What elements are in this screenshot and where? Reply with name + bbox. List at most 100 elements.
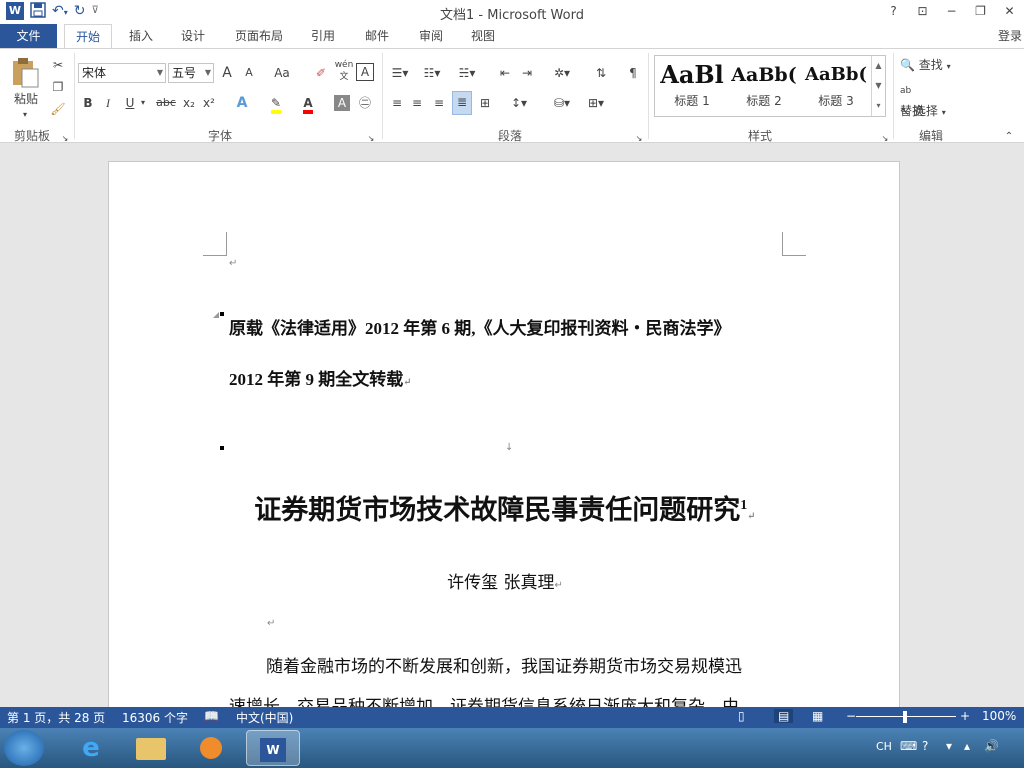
page-break-mark [220,446,224,450]
language[interactable]: 中文(中国) [236,709,293,726]
align-right-icon[interactable]: ≡ [430,93,448,113]
style-heading-2[interactable]: AaBb( 标题 2 [729,58,799,114]
tab-insert[interactable]: 插入 [120,24,162,49]
margin-mark-top-right [782,232,806,256]
zoom-slider-thumb[interactable] [903,711,907,723]
close-button[interactable]: ✕ [995,0,1024,22]
title-bar: W ↶▾ ↻ ⊽ 文档1 - Microsoft Word ? ⊡ − ❐ ✕ [0,0,1024,24]
tray-expand-icon[interactable]: ▴ [964,739,970,753]
tab-file[interactable]: 文件 [0,24,57,49]
keyboard-icon[interactable]: ⌨ [900,739,917,753]
phonetic-guide-icon[interactable]: wén 文 [334,59,354,83]
start-button[interactable] [4,730,44,766]
font-name-select[interactable]: 宋体 ▼ [78,63,166,83]
tab-mailings[interactable]: 邮件 [356,24,398,49]
zoom-in-button[interactable]: + [960,709,970,723]
sort-icon[interactable]: ⇅ [592,63,610,83]
media-player-taskbar-icon[interactable] [184,730,238,766]
clipboard-group-label: 剪贴板 [13,129,50,143]
font-size-select[interactable]: 五号 ▼ [168,63,214,83]
increase-indent-icon[interactable]: ⇥ [518,63,536,83]
format-painter-icon[interactable]: 🖌 [48,99,68,119]
maximize-button[interactable]: ❐ [966,0,995,22]
window-title: 文档1 - Microsoft Word [440,8,584,23]
numbering-icon[interactable]: ☷▾ [420,63,444,83]
select-icon: ↖ [900,104,911,118]
style-heading-3[interactable]: AaBb( 标题 3 [801,58,871,114]
font-group-label: 字体 [207,129,232,143]
sign-in-link[interactable]: 登录 [998,27,1022,44]
status-bar: 第 1 页，共 28 页 16306 个字 📖 中文(中国) ▯ ▤ ▦ − +… [0,707,1024,728]
enclose-characters-icon[interactable]: ㊁ [356,93,374,113]
ime-indicator[interactable]: CH [876,740,892,753]
page-count[interactable]: 第 1 页，共 28 页 [7,709,105,726]
highlight-color-icon[interactable]: ✎ [266,93,286,114]
find-button[interactable]: 🔍 查找 ▾ [900,55,966,77]
shrink-font-icon[interactable]: A [240,63,258,83]
paragraph-mark: ↵ [229,258,238,269]
underline-dropdown-icon[interactable]: ▾ [138,93,148,113]
page[interactable]: ↵ 原载《法律适用》2012 年第 6 期,《人大复印报刊资料・民商法学》 20… [108,161,900,707]
document-title: 证券期货市场技术故障民事责任问题研究1↵ [254,495,756,525]
align-left-icon[interactable]: ≡ [388,93,406,113]
tab-review[interactable]: 审阅 [410,24,452,49]
clear-formatting-icon[interactable]: ✐ [312,63,330,83]
distributed-icon[interactable]: ⊞ [476,93,494,113]
paste-dropdown-icon[interactable]: ▾ [18,105,32,125]
character-shading-icon[interactable]: A [334,95,350,111]
zoom-level[interactable]: 100% [982,709,1016,723]
volume-icon[interactable]: 🔊 [984,739,999,753]
tab-references[interactable]: 引用 [302,24,344,49]
line-spacing-icon[interactable]: ↕▾ [506,93,532,113]
multilevel-list-icon[interactable]: ☵▾ [454,63,480,83]
paste-icon[interactable] [8,57,42,89]
read-mode-icon[interactable]: ▯ [738,709,745,723]
font-color-icon[interactable]: A [298,93,318,114]
help-button[interactable]: ? [879,0,908,22]
bullets-icon[interactable]: ☰▾ [388,63,412,83]
tray-pin-icon[interactable]: ▾ [946,739,952,753]
style-heading-1[interactable]: AaBl 标题 1 [657,58,727,114]
subscript-button[interactable]: x₂ [180,93,198,113]
superscript-button[interactable]: x² [200,93,218,113]
bold-button[interactable]: B [80,93,96,113]
character-border-icon[interactable]: A [356,63,374,81]
ie-taskbar-icon[interactable]: e [64,730,118,766]
italic-button[interactable]: I [100,93,116,113]
text-effects-icon[interactable]: A [232,93,252,113]
word-count[interactable]: 16306 个字 [122,709,188,726]
strikethrough-button[interactable]: abc [154,93,178,113]
select-button[interactable]: ↖ 选择 ▾ [900,101,960,123]
zoom-out-button[interactable]: − [846,709,856,723]
decrease-indent-icon[interactable]: ⇤ [496,63,514,83]
change-case-icon[interactable]: Aa [268,63,296,83]
styles-scroll-icon[interactable]: ▲ ▼ ▾ [871,56,885,116]
margin-mark-top-left [203,232,227,256]
borders-icon[interactable]: ⊞▾ [582,93,610,113]
tab-home[interactable]: 开始 [64,24,112,49]
tab-design[interactable]: 设计 [172,24,214,49]
editing-group-label: 编辑 [918,129,943,143]
proofing-icon[interactable]: 📖 [204,709,219,723]
minimize-button[interactable]: − [937,0,966,22]
justify-icon[interactable]: ≣ [452,91,472,115]
help-tray-icon[interactable]: ? [922,739,928,753]
shading-icon[interactable]: ⛁▾ [548,93,576,113]
align-center-icon[interactable]: ≡ [408,93,426,113]
ribbon-display-options-button[interactable]: ⊡ [908,0,937,22]
cut-icon[interactable]: ✂ [48,55,68,75]
grow-font-icon[interactable]: A [218,63,236,83]
chinese-layout-icon[interactable]: ✲▾ [548,63,576,83]
tab-view[interactable]: 视图 [462,24,504,49]
document-area[interactable]: ↵ 原载《法律适用》2012 年第 6 期,《人大复印报刊资料・民商法学》 20… [0,144,1024,707]
show-marks-icon[interactable]: ¶ [624,63,642,83]
tab-layout[interactable]: 页面布局 [228,24,290,49]
web-layout-icon[interactable]: ▦ [812,709,823,723]
ribbon: 粘贴 ▾ ✂ ❐ 🖌 剪贴板 ↘ 宋体 ▼ 五号 ▼ A A Aa ✐ wén 文 … [0,48,1024,143]
taskbar: e W CH ⌨ ? ▾ ▴ 🔊 [0,728,1024,768]
copy-icon[interactable]: ❐ [48,77,68,97]
word-taskbar-icon[interactable]: W [246,730,300,766]
underline-button[interactable]: U [122,93,138,113]
explorer-taskbar-icon[interactable] [124,730,178,766]
print-layout-icon[interactable]: ▤ [774,709,794,723]
